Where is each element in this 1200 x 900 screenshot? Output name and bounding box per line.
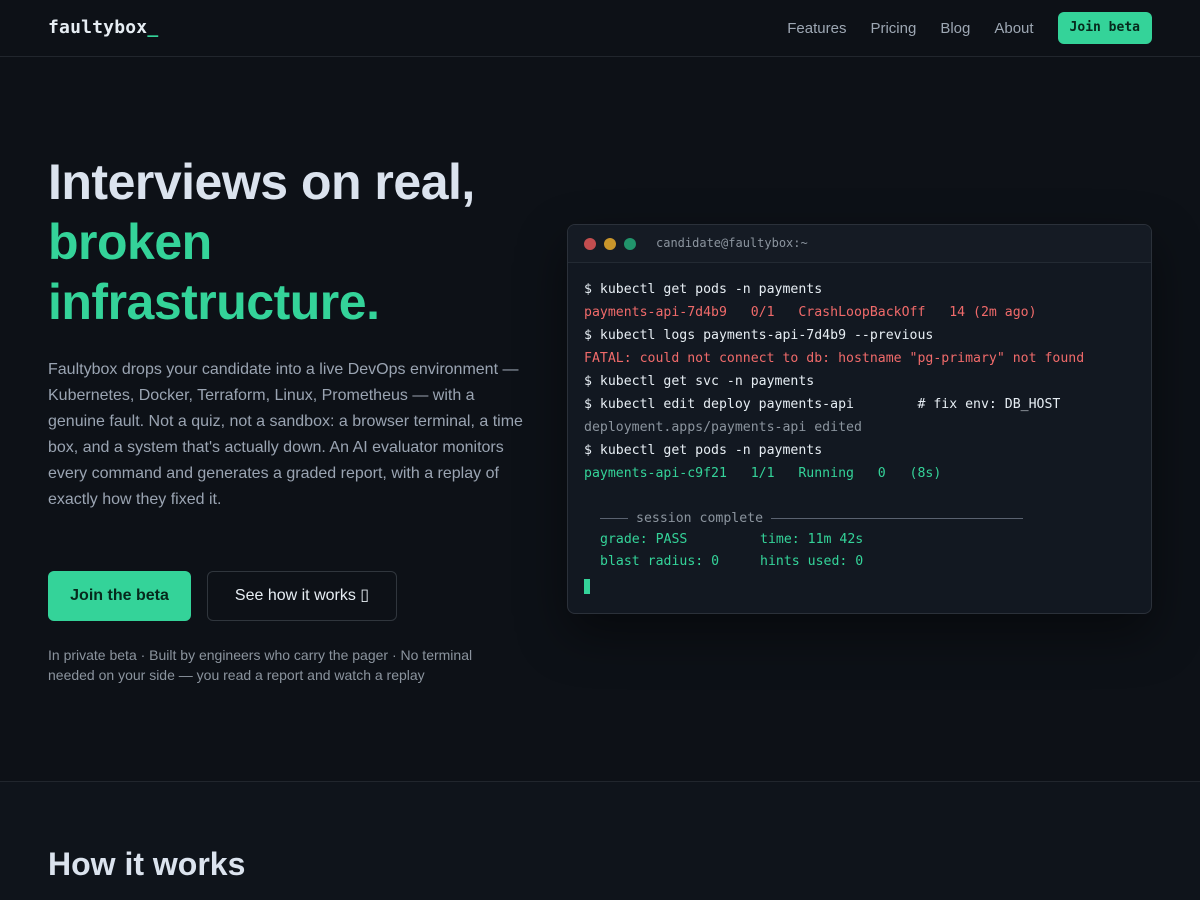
nav-link-blog[interactable]: Blog — [940, 20, 970, 37]
close-dot-icon — [584, 238, 596, 250]
terminal-line: $ kubectl get pods -n payments — [584, 443, 823, 458]
how-it-works-section: How it works — [0, 781, 1200, 900]
terminal-body: $ kubectl get pods -n payments payments-… — [568, 263, 1151, 602]
hero-title-line3: infrastructure. — [48, 274, 380, 330]
terminal-caret — [584, 579, 590, 594]
summary-row: grade: PASS time: 11m 42s — [600, 529, 1135, 551]
hero-fineprint: In private beta · Built by engineers who… — [48, 647, 473, 683]
session-summary: session complete grade: PASS time: 11m 4… — [584, 507, 1135, 573]
grade-value: grade: PASS — [600, 532, 688, 547]
minimize-dot-icon — [604, 238, 616, 250]
nav-links: Features Pricing Blog About Join beta — [763, 12, 1152, 44]
maximize-dot-icon — [624, 238, 636, 250]
join-beta-button[interactable]: Join beta — [1057, 12, 1152, 44]
terminal-title: candidate@faultybox:~ — [656, 236, 808, 250]
terminal-window: candidate@faultybox:~ $ kubectl get pods… — [567, 224, 1152, 614]
logo-cursor: _ — [147, 17, 159, 38]
terminal-line: $ kubectl get svc -n payments — [584, 374, 815, 389]
blast-radius-value: blast radius: 0 — [600, 554, 720, 569]
hero-title-line1: Interviews on real, — [48, 154, 475, 210]
divider-rule — [771, 517, 1024, 519]
hero-title-line2: broken — [48, 214, 212, 270]
time-value: time: 11m 42s — [760, 532, 864, 547]
hero-title: Interviews on real, broken infrastructur… — [48, 152, 548, 332]
divider-rule — [600, 517, 628, 519]
top-nav: faultybox_ Features Pricing Blog About J… — [0, 0, 1200, 57]
nav-link-features[interactable]: Features — [787, 20, 846, 37]
terminal-line: payments-api-7d4b9 0/1 CrashLoopBackOff … — [584, 305, 1037, 320]
terminal-line: $ kubectl edit deploy payments-api # fix… — [584, 397, 1061, 412]
summary-row: blast radius: 0 hints used: 0 — [600, 551, 1135, 573]
nav-link-pricing[interactable]: Pricing — [870, 20, 916, 37]
terminal-line: deployment.apps/payments-api edited — [584, 420, 862, 435]
hero-subtitle: Faultybox drops your candidate into a li… — [48, 361, 523, 508]
hints-used-value: hints used: 0 — [760, 554, 864, 569]
terminal-line: payments-api-c9f21 1/1 Running 0 (8s) — [584, 466, 942, 481]
join-the-beta-button[interactable]: Join the beta — [48, 571, 191, 621]
terminal-line: $ kubectl logs payments-api-7d4b9 --prev… — [584, 328, 934, 343]
logo[interactable]: faultybox_ — [48, 17, 158, 38]
section-title: How it works — [48, 846, 246, 882]
terminal-titlebar: candidate@faultybox:~ — [568, 225, 1151, 263]
see-how-it-works-button[interactable]: See how it works ▯ — [207, 571, 397, 621]
nav-link-about[interactable]: About — [994, 20, 1033, 37]
logo-text: faultybox — [48, 17, 148, 38]
terminal-line: $ kubectl get pods -n payments — [584, 282, 823, 297]
terminal-line: FATAL: could not connect to db: hostname… — [584, 351, 1085, 366]
session-divider: session complete — [600, 507, 1135, 529]
session-label: session complete — [636, 510, 764, 526]
